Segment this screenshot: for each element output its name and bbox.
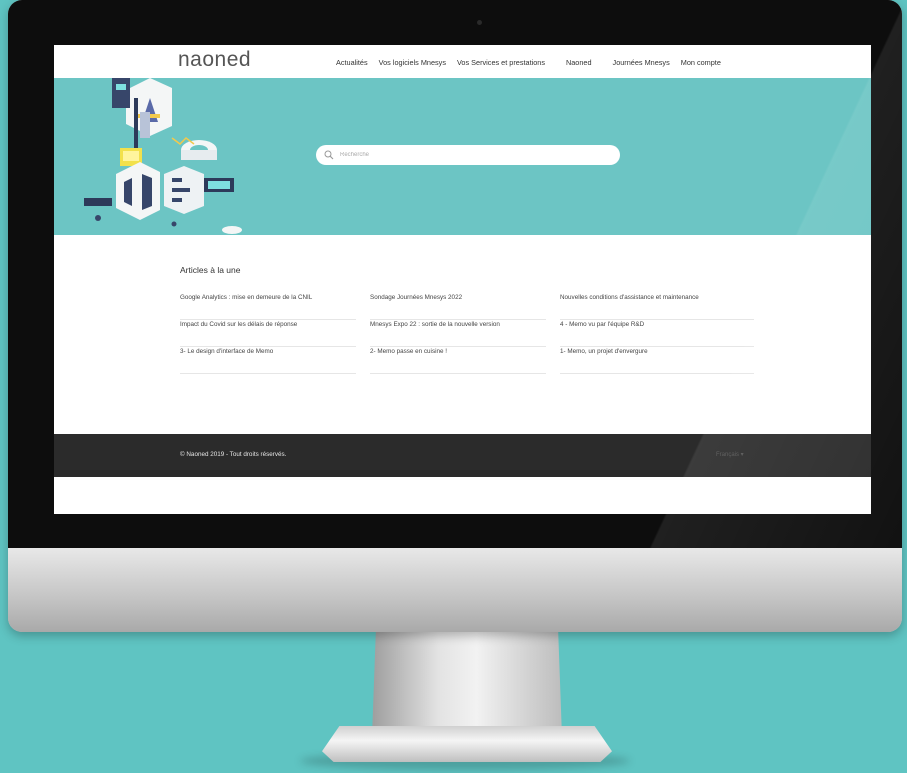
hero-banner xyxy=(54,78,871,235)
nav-item-services[interactable]: Vos Services et prestations xyxy=(457,58,545,67)
nav-menu: Actualités Vos logiciels Mnesys Vos Serv… xyxy=(336,58,732,67)
monitor-chin xyxy=(8,548,902,632)
monitor-stand-foot xyxy=(322,726,612,762)
search-icon xyxy=(324,150,334,160)
article-link[interactable]: 4 - Memo vu par l'équipe R&D xyxy=(560,319,754,347)
nav-item-mon-compte[interactable]: Mon compte xyxy=(681,58,721,67)
site-logo[interactable]: naoned xyxy=(178,48,251,72)
copyright-text: © Naoned 2019 - Tout droits réservés. xyxy=(180,451,287,458)
monitor: naoned Actualités Vos logiciels Mnesys V… xyxy=(8,0,902,632)
article-link[interactable]: 1- Memo, un projet d'envergure xyxy=(560,346,754,374)
nav-item-journees[interactable]: Journées Mnesys xyxy=(613,58,670,67)
top-navigation: naoned Actualités Vos logiciels Mnesys V… xyxy=(54,45,871,78)
article-link[interactable]: Impact du Covid sur les délais de répons… xyxy=(180,319,356,347)
nav-item-naoned[interactable]: Naoned xyxy=(566,58,592,67)
section-title: Articles à la une xyxy=(180,265,241,275)
nav-item-actualites[interactable]: Actualités xyxy=(336,58,368,67)
article-link[interactable]: Nouvelles conditions d'assistance et mai… xyxy=(560,292,754,320)
article-link[interactable]: Google Analytics : mise en demeure de la… xyxy=(180,292,356,320)
language-selector[interactable]: Français ▾ xyxy=(716,451,744,458)
article-link[interactable]: Sondage Journées Mnesys 2022 xyxy=(370,292,546,320)
article-link[interactable]: 3- Le design d'interface de Memo xyxy=(180,346,356,374)
site-footer: © Naoned 2019 - Tout droits réservés. Fr… xyxy=(54,434,871,477)
monitor-stand-neck xyxy=(372,632,562,737)
article-link[interactable]: 2- Memo passe en cuisine ! xyxy=(370,346,546,374)
nav-item-logiciels[interactable]: Vos logiciels Mnesys xyxy=(379,58,446,67)
search-input[interactable] xyxy=(338,151,602,159)
isometric-city-illustration xyxy=(84,78,242,234)
monitor-bezel: naoned Actualités Vos logiciels Mnesys V… xyxy=(8,0,902,548)
article-link[interactable]: Mnesys Expo 22 : sortie de la nouvelle v… xyxy=(370,319,546,347)
camera-icon xyxy=(477,20,482,25)
search-bar[interactable] xyxy=(316,145,620,165)
browser-screen: naoned Actualités Vos logiciels Mnesys V… xyxy=(54,45,871,514)
